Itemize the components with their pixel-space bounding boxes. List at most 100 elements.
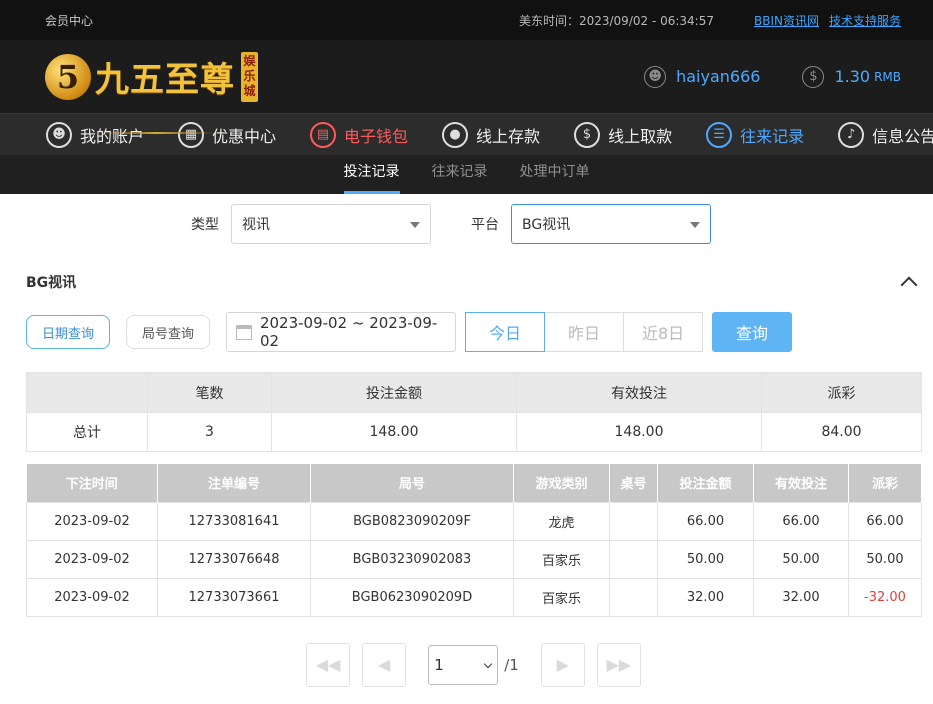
table-row: 2023-09-02 12733073661 BGB0623090209D 百家… <box>26 577 922 617</box>
nav-e-wallet[interactable]: ▤ 电子钱包 <box>310 121 409 148</box>
nav-deposit[interactable]: ● 线上存款 <box>442 121 541 148</box>
dollar-icon: $ <box>802 65 825 88</box>
nav-label: 线上取款 <box>608 126 673 146</box>
date-query-button[interactable]: 日期查询 <box>26 315 111 349</box>
bet-id: 12733073661 <box>157 577 311 617</box>
wallet-icon: ▤ <box>310 121 337 148</box>
nav-label: 电子钱包 <box>344 126 409 146</box>
site-logo[interactable]: 5 九五至尊 娱乐城 <box>45 47 258 134</box>
last-page-button[interactable]: ▶▶ <box>596 642 641 687</box>
summary-cell: 148.00 <box>271 412 517 452</box>
nav-promotions[interactable]: ▦ 优惠中心 <box>178 121 276 148</box>
round-query-button[interactable]: 局号查询 <box>126 315 211 349</box>
nav-label: 线上存款 <box>476 126 541 146</box>
balance-amount: 1.30 <box>834 67 871 86</box>
summary-cell: 总计 <box>26 412 148 452</box>
table-row: 2023-09-02 12733076648 BGB03230902083 百家… <box>26 539 922 579</box>
last-8-days-button[interactable]: 近8日 <box>623 312 704 352</box>
nav-my-account[interactable]: ☻ 我的账户 <box>46 121 145 148</box>
game-type: 龙虎 <box>513 501 610 541</box>
tab-bet-records[interactable]: 投注记录 <box>343 161 400 194</box>
type-label: 类型 <box>191 217 219 233</box>
today-button[interactable]: 今日 <box>465 312 546 352</box>
round-id: BGB0823090209F <box>310 501 514 541</box>
sub-tabs: 投注记录 往来记录 处理中订单 <box>0 155 933 194</box>
bet-id: 12733076648 <box>157 539 311 579</box>
platform-label: 平台 <box>471 217 499 233</box>
nav-announcements[interactable]: ♪ 信息公告 <box>838 121 933 148</box>
nav-label: 信息公告 <box>872 126 933 146</box>
next-page-button[interactable]: ▶ <box>540 642 585 687</box>
payout: 66.00 <box>848 501 922 541</box>
first-page-button[interactable]: ◀◀ <box>306 642 351 687</box>
section-header: BG视讯 <box>0 262 933 302</box>
nav-label: 往来记录 <box>740 126 805 146</box>
table-no <box>609 577 658 617</box>
bet-time: 2023-09-02 <box>26 577 158 617</box>
bbin-news-link[interactable]: BBIN资讯网 <box>754 12 819 29</box>
tech-support-link[interactable]: 技术支持服务 <box>829 12 901 29</box>
date-range-input[interactable]: 2023-09-02 ~ 2023-09-02 <box>226 312 457 352</box>
valid-bet: 32.00 <box>753 577 849 617</box>
search-button[interactable]: 查询 <box>712 312 793 352</box>
detail-header: 派彩 <box>848 464 922 502</box>
summary-header: 笔数 <box>147 372 272 413</box>
quick-date-group: 今日 昨日 近8日 <box>465 312 704 352</box>
yesterday-button[interactable]: 昨日 <box>544 312 625 352</box>
chevron-down-icon <box>410 222 420 228</box>
summary-cell: 148.00 <box>516 412 762 452</box>
valid-bet: 66.00 <box>753 501 849 541</box>
detail-header: 下注时间 <box>26 464 158 502</box>
summary-header: 有效投注 <box>516 372 762 413</box>
summary-table: 笔数 投注金额 有效投注 派彩 总计 3 148.00 148.00 84.00 <box>26 372 922 452</box>
member-center-title: 会员中心 <box>45 13 94 28</box>
tab-pending-orders[interactable]: 处理中订单 <box>520 161 590 194</box>
summary-cell: 3 <box>147 412 272 452</box>
bet-time: 2023-09-02 <box>26 501 158 541</box>
detail-header: 游戏类别 <box>513 464 610 502</box>
summary-header <box>26 372 148 413</box>
username: haiyan666 <box>676 67 761 86</box>
chevron-down-icon <box>483 659 493 668</box>
bet-time: 2023-09-02 <box>26 539 158 579</box>
chevron-down-icon <box>690 222 700 228</box>
balance-info: $ 1.30 RMB <box>802 65 901 88</box>
bet-amount: 66.00 <box>657 501 754 541</box>
user-icon: ☻ <box>46 121 72 148</box>
summary-header-row: 笔数 投注金额 有效投注 派彩 <box>26 372 922 413</box>
logo-flourish <box>98 132 216 134</box>
bell-icon: ♪ <box>838 121 865 148</box>
nav-records[interactable]: ☰ 往来记录 <box>706 121 805 148</box>
prev-page-button[interactable]: ◀ <box>362 642 407 687</box>
detail-table: 下注时间 注单编号 局号 游戏类别 桌号 投注金额 有效投注 派彩 2023-0… <box>26 464 922 617</box>
summary-total-row: 总计 3 148.00 148.00 84.00 <box>26 412 922 452</box>
page-select[interactable]: 1 <box>428 644 499 685</box>
table-no <box>609 539 658 579</box>
detail-header: 桌号 <box>609 464 658 502</box>
withdraw-icon: $ <box>574 121 601 148</box>
bet-amount: 32.00 <box>657 577 754 617</box>
detail-header: 注单编号 <box>157 464 311 502</box>
logo-stamp: 娱乐城 <box>241 51 258 102</box>
main-nav: ☻ 我的账户 ▦ 优惠中心 ▤ 电子钱包 ● 线上存款 $ 线上取款 ☰ 往来记… <box>0 113 933 155</box>
type-value: 视讯 <box>242 217 270 233</box>
top-bar: 会员中心 美东时间：2023/09/02 - 06:34:57 BBIN资讯网 … <box>0 0 933 40</box>
page-value: 1 <box>434 655 444 674</box>
valid-bet: 50.00 <box>753 539 849 579</box>
user-info[interactable]: ☻ haiyan666 <box>644 65 761 88</box>
nav-label: 我的账户 <box>80 126 145 146</box>
table-no <box>609 501 658 541</box>
bet-id: 12733081641 <box>157 501 311 541</box>
logo-mark: 5 <box>45 53 91 100</box>
header: 5 九五至尊 娱乐城 ☻ haiyan666 $ 1.30 RMB <box>0 40 933 134</box>
date-range-value: 2023-09-02 ~ 2023-09-02 <box>259 314 438 350</box>
chevron-up-icon[interactable] <box>900 276 918 294</box>
logo-text: 九五至尊 <box>95 60 235 100</box>
calendar-icon <box>236 324 252 340</box>
gift-icon: ▦ <box>178 121 205 148</box>
nav-withdraw[interactable]: $ 线上取款 <box>574 121 673 148</box>
platform-select[interactable]: BG视讯 <box>511 204 711 244</box>
tab-transaction-records[interactable]: 往来记录 <box>432 161 488 194</box>
type-select[interactable]: 视讯 <box>231 204 431 244</box>
filter-row: 类型 视讯 平台 BG视讯 <box>0 194 933 254</box>
